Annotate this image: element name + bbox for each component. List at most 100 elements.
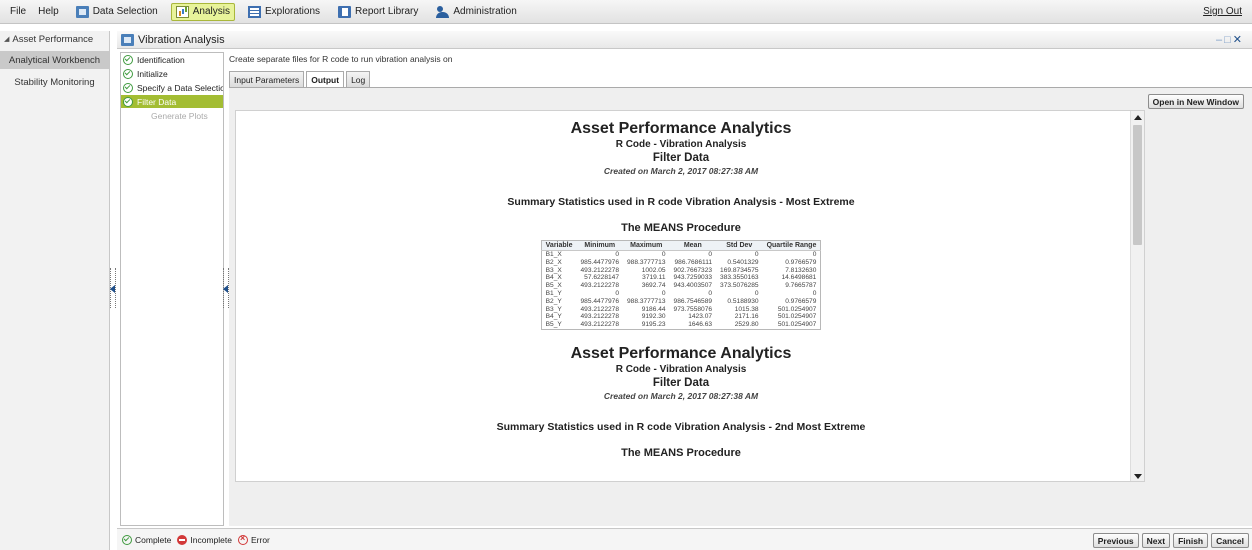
legend-label: Complete	[135, 534, 172, 545]
step-specify-data-selection[interactable]: Specify a Data Selectio	[121, 81, 223, 94]
step-description: Create separate files for R code to run …	[229, 54, 453, 64]
value-cell: 7.8132630	[785, 266, 817, 274]
tab-bar: Input Parameters Output Log	[229, 71, 372, 88]
help-menu[interactable]: Help	[38, 6, 59, 17]
step-identification[interactable]: Identification	[121, 53, 223, 66]
value-cell: 943.7259033	[673, 274, 713, 282]
legend-error: Error	[237, 533, 270, 545]
complete-check-icon	[122, 534, 132, 545]
explorations-icon	[248, 5, 261, 18]
step-generate-plots[interactable]: Generate Plots	[121, 109, 223, 122]
report-subtitle: R Code - Vibration Analysis	[615, 139, 747, 150]
legend-incomplete: Incomplete	[177, 534, 232, 545]
variable-cell: B1_X	[545, 251, 562, 258]
maximize-icon[interactable]: □	[1224, 34, 1233, 46]
tab-log[interactable]: Log	[346, 71, 371, 87]
value-cell: 0	[615, 289, 620, 297]
minimize-icon[interactable]: ‒	[1216, 34, 1224, 46]
table-row: B1_Y 0 0 0 0 0	[541, 290, 821, 298]
value-cell: 0	[812, 289, 817, 297]
variable-cell: B4_X	[545, 274, 562, 282]
complete-check-icon	[123, 54, 133, 65]
explorations-button[interactable]: Explorations	[243, 3, 325, 21]
administration-label: Administration	[453, 6, 517, 17]
value-cell: 0	[754, 251, 759, 258]
close-icon[interactable]: ✕	[1233, 34, 1244, 46]
table-row: B5_Y 493.2122278 9195.23 1646.63 2529.80 501.…	[541, 321, 821, 329]
report-subtitle-2: Filter Data	[652, 152, 710, 164]
steps-panel: Identification Initialize Specify a Data…	[120, 52, 224, 526]
step-initialize[interactable]: Initialize	[121, 67, 223, 80]
column-header: Maximum	[623, 240, 670, 251]
value-cell: 985.4477976	[580, 297, 620, 305]
value-cell: 986.7546589	[673, 297, 713, 305]
scroll-up-icon[interactable]	[1134, 115, 1142, 120]
value-cell: 986.7686111	[674, 258, 713, 266]
report-subtitle: R Code - Vibration Analysis	[615, 363, 747, 375]
data-selection-button[interactable]: Data Selection	[71, 3, 163, 21]
scroll-thumb[interactable]	[1133, 125, 1142, 245]
wizard-buttons: Previous Next Finish Cancel	[1090, 533, 1249, 548]
report-library-button[interactable]: Report Library	[333, 3, 423, 21]
report-title: Asset Performance Analytics	[570, 344, 792, 362]
nav-header-asset-performance[interactable]: ◢ Asset Performance	[0, 31, 109, 47]
collapse-steps-icon[interactable]	[223, 285, 228, 293]
value-cell: 373.5076285	[720, 282, 759, 290]
value-cell: 9195.23	[641, 321, 666, 329]
data-selection-label: Data Selection	[92, 6, 158, 17]
report-title: Asset Performance Analytics	[570, 120, 792, 137]
value-cell: 9192.30	[641, 313, 666, 321]
report-summary-heading: Summary Statistics used in R code Vibrat…	[507, 196, 855, 208]
report-created-date: Created on March 2, 2017 08:27:38 AM	[603, 166, 759, 176]
cancel-button[interactable]: Cancel	[1211, 533, 1249, 548]
value-cell: 902.7667323	[673, 266, 713, 274]
variable-cell: B2_X	[545, 258, 562, 266]
previous-button[interactable]: Previous	[1092, 533, 1139, 548]
table-row: B2_Y 985.4477976 988.3777713 986.7546589 0.5…	[541, 298, 821, 306]
tab-output[interactable]: Output	[306, 71, 345, 88]
finish-button[interactable]: Finish	[1173, 533, 1209, 548]
value-cell: 383.3550163	[720, 274, 759, 282]
value-cell: 0	[708, 251, 713, 258]
report-content: Asset Performance Analytics R Code - Vib…	[236, 111, 1126, 459]
value-cell: 493.2122278	[580, 305, 620, 313]
value-cell: 0.9766579	[785, 258, 817, 266]
step-filter-data[interactable]: Filter Data	[121, 95, 223, 108]
next-button[interactable]: Next	[1141, 533, 1171, 548]
open-in-new-window-button[interactable]: Open in New Window	[1147, 94, 1244, 109]
value-cell: 1015.38	[734, 305, 759, 313]
report-vertical-scrollbar[interactable]	[1130, 111, 1144, 481]
value-cell: 501.0254907	[777, 321, 817, 329]
variable-cell: B3_X	[545, 266, 562, 274]
value-cell: 2171.16	[734, 313, 759, 321]
file-menu[interactable]: File	[10, 6, 26, 17]
step-label: Identification	[137, 54, 185, 65]
collapse-left-icon[interactable]	[110, 285, 115, 293]
value-cell: 1646.63	[688, 321, 713, 329]
value-cell: 0	[661, 289, 666, 297]
scroll-down-icon[interactable]	[1134, 474, 1142, 479]
value-cell: 493.2122278	[580, 321, 620, 329]
status-bar: Complete Incomplete Error Previous Next …	[117, 528, 1252, 550]
value-cell: 0	[661, 251, 666, 258]
report-viewer[interactable]: Asset Performance Analytics R Code - Vib…	[235, 110, 1145, 482]
sidebar-item-analytical-workbench[interactable]: Analytical Workbench	[0, 51, 109, 69]
administration-icon	[436, 5, 450, 18]
value-cell: 0	[615, 251, 620, 258]
sidebar-item-stability-monitoring[interactable]: Stability Monitoring	[0, 73, 109, 91]
value-cell: 0	[754, 289, 759, 297]
nav-header-label: Asset Performance	[12, 33, 94, 45]
value-cell: 1423.07	[688, 313, 713, 321]
sign-out-link[interactable]: Sign Out	[1203, 6, 1242, 17]
report-summary-heading: Summary Statistics used in R code Vibrat…	[496, 420, 866, 433]
value-cell: 9.7665787	[785, 282, 817, 290]
report-library-label: Report Library	[355, 6, 419, 17]
administration-button[interactable]: Administration	[431, 3, 521, 21]
tab-input-parameters[interactable]: Input Parameters	[229, 71, 305, 87]
value-cell: 1002.05	[641, 266, 666, 274]
menu-bar: File Help Data Selection Analysis Explor…	[0, 0, 1252, 24]
variable-cell: B4_Y	[545, 313, 562, 321]
value-cell: 14.6498681	[781, 274, 817, 282]
analysis-button[interactable]: Analysis	[170, 2, 235, 21]
value-cell: 57.6228147	[584, 274, 620, 282]
